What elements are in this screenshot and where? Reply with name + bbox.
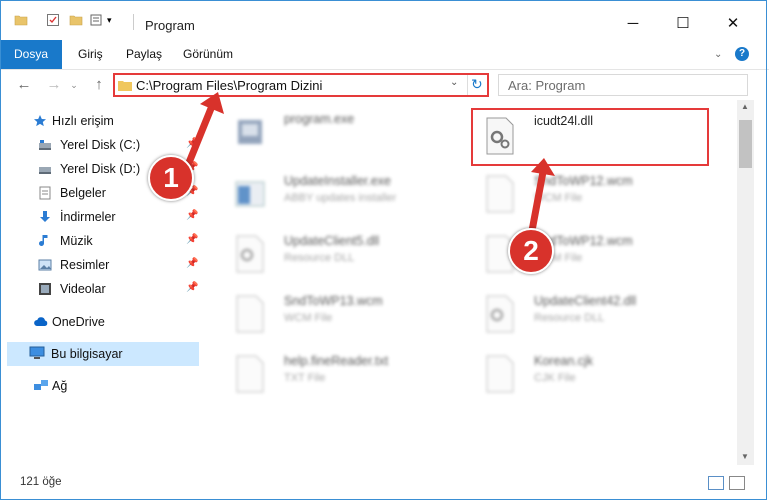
arrow-1-shaft xyxy=(182,104,216,172)
arrow-2-head xyxy=(531,158,555,176)
step-badge-2: 2 xyxy=(508,228,554,274)
annotation-arrows xyxy=(182,92,555,253)
step-badge-1: 1 xyxy=(148,155,194,201)
